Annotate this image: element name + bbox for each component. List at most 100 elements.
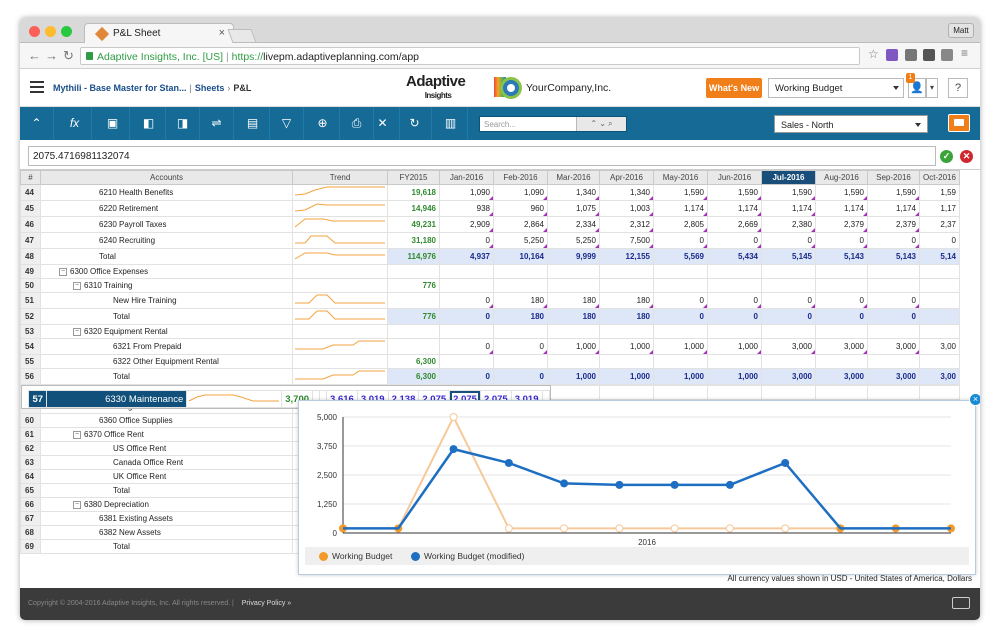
value-cell[interactable]: 180 xyxy=(493,292,548,309)
value-cell[interactable] xyxy=(493,354,548,369)
account-cell[interactable]: 6321 From Prepaid xyxy=(40,338,293,355)
value-cell[interactable]: 3,000 xyxy=(867,338,920,355)
row-number[interactable]: 53 xyxy=(20,324,41,339)
account-cell[interactable]: 6240 Recruiting xyxy=(40,232,293,249)
formula-fx-icon[interactable]: fx xyxy=(58,107,92,140)
point-working-budget[interactable] xyxy=(449,413,458,421)
value-cell[interactable] xyxy=(815,385,868,400)
point-working-budget-modified[interactable] xyxy=(504,458,513,467)
user-menu-chevron-icon[interactable]: ▾ xyxy=(926,78,938,98)
extension-icon[interactable] xyxy=(923,49,935,61)
column-header[interactable]: May-2016 xyxy=(653,170,708,185)
new-tab-button[interactable] xyxy=(227,29,257,43)
row-number[interactable]: 63 xyxy=(20,455,41,470)
table-row[interactable]: 53−6320 Equipment Rental xyxy=(20,324,960,339)
value-cell[interactable]: 0 xyxy=(707,308,762,325)
table-row[interactable]: 44 6210 Health Benefits 19,618 1,090 1,090 1,… xyxy=(20,184,960,201)
account-cell[interactable]: −6320 Equipment Rental xyxy=(40,324,293,339)
row-number[interactable]: 46 xyxy=(20,216,41,233)
value-cell[interactable]: 1,000 xyxy=(599,368,654,385)
clear-icon[interactable]: ✕ xyxy=(366,107,400,140)
fy-total-cell[interactable]: 14,946 xyxy=(387,200,440,217)
value-cell[interactable] xyxy=(439,264,494,279)
value-cell[interactable] xyxy=(867,324,920,339)
point-working-budget-modified[interactable] xyxy=(560,479,569,488)
column-header[interactable]: Aug-2016 xyxy=(815,170,868,185)
value-cell[interactable]: 0 xyxy=(439,338,494,355)
value-cell[interactable] xyxy=(707,278,762,293)
collapse-icon[interactable]: − xyxy=(73,500,81,509)
value-cell[interactable] xyxy=(867,354,920,369)
reload-icon[interactable]: ↻ xyxy=(63,48,74,64)
account-cell[interactable]: Total xyxy=(40,368,293,385)
fy-total-cell[interactable]: 6,300 xyxy=(387,354,440,369)
value-cell[interactable]: 180 xyxy=(599,292,654,309)
value-cell[interactable]: 2,312 xyxy=(599,216,654,233)
whats-new-button[interactable]: What's New xyxy=(706,78,762,98)
value-cell[interactable]: 1,590 xyxy=(761,184,816,201)
account-cell[interactable]: 6230 Payroll Taxes xyxy=(40,216,293,233)
value-cell[interactable] xyxy=(919,354,960,369)
collapse-icon[interactable]: − xyxy=(73,430,81,439)
value-cell[interactable] xyxy=(761,264,816,279)
account-cell[interactable]: −6370 Office Rent xyxy=(40,427,293,442)
row-number[interactable]: 61 xyxy=(20,427,41,442)
value-cell[interactable]: 2,909 xyxy=(439,216,494,233)
value-cell[interactable]: 0 xyxy=(439,368,494,385)
value-cell[interactable] xyxy=(919,264,960,279)
row-number[interactable]: 57 xyxy=(27,390,48,408)
comment-icon[interactable] xyxy=(948,114,970,132)
value-cell[interactable]: 5,143 xyxy=(815,248,868,265)
extension-icon[interactable] xyxy=(886,49,898,61)
value-cell[interactable] xyxy=(547,354,600,369)
value-cell[interactable]: 4,937 xyxy=(439,248,494,265)
minimize-window-button[interactable] xyxy=(45,26,56,37)
account-cell[interactable]: 6322 Other Equipment Rental xyxy=(40,354,293,369)
menu-icon[interactable]: ≡ xyxy=(961,46,968,60)
fy-total-cell[interactable] xyxy=(387,324,440,339)
value-cell[interactable]: 0 xyxy=(707,232,762,249)
value-cell[interactable]: 1,590 xyxy=(707,184,762,201)
value-cell[interactable]: 2,669 xyxy=(707,216,762,233)
value-cell[interactable] xyxy=(439,324,494,339)
point-working-budget-modified[interactable] xyxy=(615,480,624,489)
value-cell[interactable] xyxy=(439,354,494,369)
value-cell[interactable]: 960 xyxy=(493,200,548,217)
point-working-budget[interactable] xyxy=(615,524,624,533)
value-cell[interactable]: 7,500 xyxy=(599,232,654,249)
row-number[interactable]: 51 xyxy=(20,292,41,309)
column-header[interactable]: Sep-2016 xyxy=(867,170,920,185)
value-cell[interactable]: 0 xyxy=(919,232,960,249)
value-cell[interactable]: 0 xyxy=(653,292,708,309)
value-cell[interactable] xyxy=(815,278,868,293)
account-cell[interactable]: Canada Office Rent xyxy=(40,455,293,470)
value-cell[interactable]: 1,075 xyxy=(547,200,600,217)
breadcrumb-sheets[interactable]: Sheets xyxy=(195,83,225,93)
collapse-icon[interactable]: − xyxy=(59,267,67,276)
point-working-budget-modified[interactable] xyxy=(781,458,790,467)
value-cell[interactable] xyxy=(919,324,960,339)
cell-note-icon[interactable]: ◧ xyxy=(132,107,166,140)
account-cell[interactable]: −6310 Training xyxy=(40,278,293,293)
column-header[interactable]: Feb-2016 xyxy=(493,170,548,185)
table-row[interactable]: 51 New Hire Training 0 180 180 180 0 0 0 0 0 xyxy=(20,292,960,309)
value-cell[interactable]: 1,59 xyxy=(919,184,960,201)
value-cell[interactable]: 1,000 xyxy=(653,368,708,385)
column-header[interactable]: # xyxy=(20,170,41,185)
value-cell[interactable]: 0 xyxy=(653,232,708,249)
value-cell[interactable]: 2,380 xyxy=(761,216,816,233)
forward-icon[interactable]: → xyxy=(45,48,58,63)
account-cell[interactable]: Total xyxy=(40,308,293,325)
fy-total-cell[interactable]: 6,300 xyxy=(387,368,440,385)
row-number[interactable]: 55 xyxy=(20,354,41,369)
value-cell[interactable] xyxy=(599,324,654,339)
value-cell[interactable]: 180 xyxy=(547,308,600,325)
value-cell[interactable] xyxy=(599,264,654,279)
fy-total-cell[interactable]: 19,618 xyxy=(387,184,440,201)
row-number[interactable]: 56 xyxy=(20,368,41,385)
account-cell[interactable]: 6382 New Assets xyxy=(40,525,293,540)
value-cell[interactable]: 0 xyxy=(439,308,494,325)
value-cell[interactable]: 5,250 xyxy=(493,232,548,249)
value-cell[interactable] xyxy=(919,308,960,325)
point-working-budget-modified[interactable] xyxy=(725,480,734,489)
